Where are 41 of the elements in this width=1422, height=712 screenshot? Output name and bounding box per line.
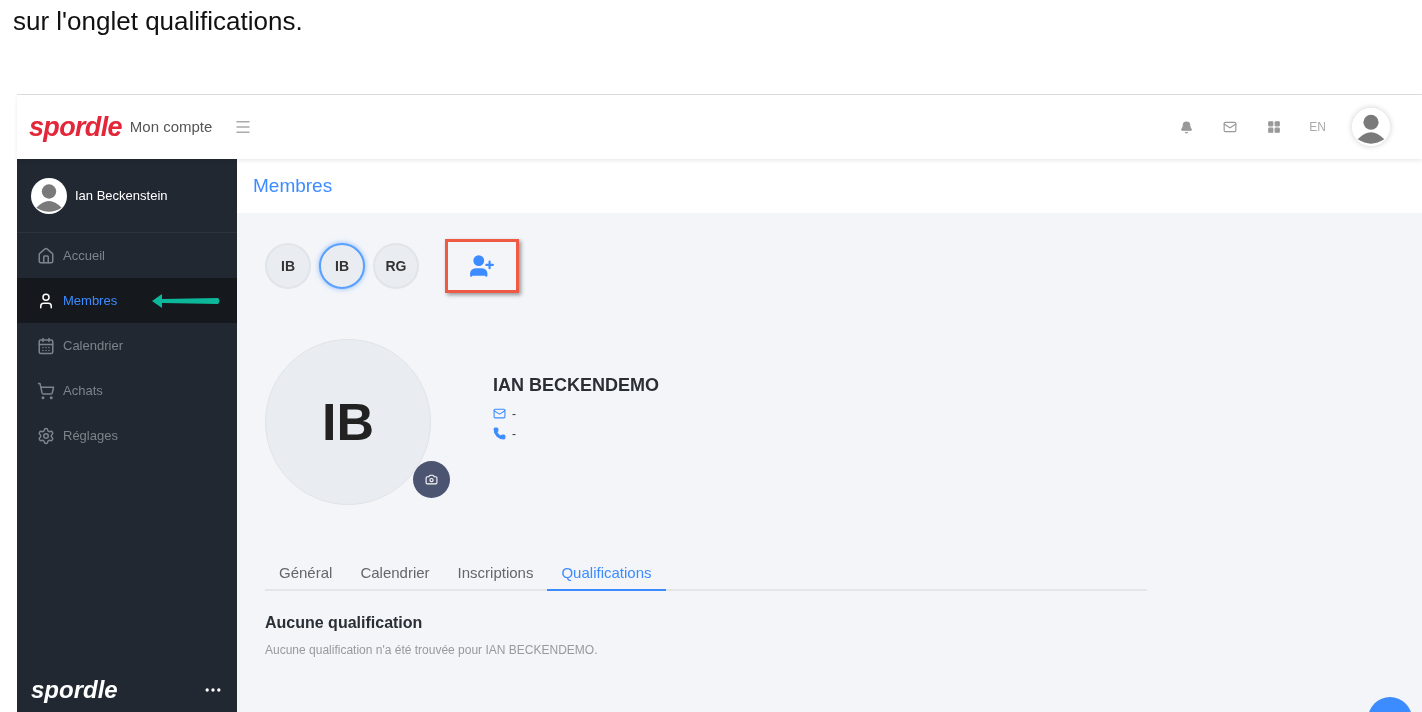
member-avatar-button[interactable]: IB [319, 243, 365, 289]
sidebar-item[interactable]: Calendrier [17, 323, 237, 368]
member-name: IAN BECKENDEMO [493, 373, 659, 397]
caption: sur l'onglet qualifications. [13, 6, 303, 36]
empty-message: Aucune qualification n'a été trouvée pour IAN BECKENDEMO. [265, 642, 599, 659]
menu-button[interactable] [234, 118, 253, 136]
sidebar-item[interactable]: Membres [17, 278, 237, 323]
camera-button[interactable] [413, 461, 450, 498]
user-plus-icon [469, 253, 495, 279]
sidebar-item[interactable]: Accueil [17, 233, 237, 278]
user-name: Ian Beckenstein [75, 186, 168, 205]
avatar-icon [31, 177, 67, 214]
camera-icon [425, 473, 438, 486]
cart-icon [37, 381, 55, 400]
page-title: Membres [253, 173, 333, 198]
tab[interactable]: Qualifications [547, 557, 666, 591]
home-icon [37, 246, 55, 265]
empty-title: Aucune qualification [265, 613, 424, 633]
grid-icon[interactable] [1267, 120, 1282, 134]
profile-avatar: IB [265, 339, 431, 505]
sidebar-item[interactable]: Réglages [17, 413, 237, 458]
phone-value: - [512, 425, 516, 443]
user-icon [37, 291, 55, 310]
add-member-button[interactable] [445, 239, 519, 293]
app-name: Mon compte [129, 116, 213, 137]
mail-icon[interactable] [1223, 120, 1238, 134]
member-avatar-button[interactable]: RG [373, 243, 419, 289]
phone-icon [493, 427, 506, 440]
calendar-icon [37, 336, 55, 355]
footer-logo: spordle [31, 675, 118, 705]
mail-icon [493, 407, 506, 420]
tab[interactable]: Général [265, 557, 347, 591]
sidebar-item[interactable]: Achats [17, 368, 237, 413]
tab[interactable]: Inscriptions [443, 557, 548, 591]
tab[interactable]: Calendrier [346, 557, 444, 591]
logo: spordle [29, 110, 122, 144]
member-avatar-button[interactable]: IB [265, 243, 311, 289]
settings-icon [37, 426, 55, 445]
email-value: - [512, 405, 516, 423]
avatar-icon [1352, 108, 1390, 146]
bell-icon[interactable] [1180, 120, 1194, 134]
